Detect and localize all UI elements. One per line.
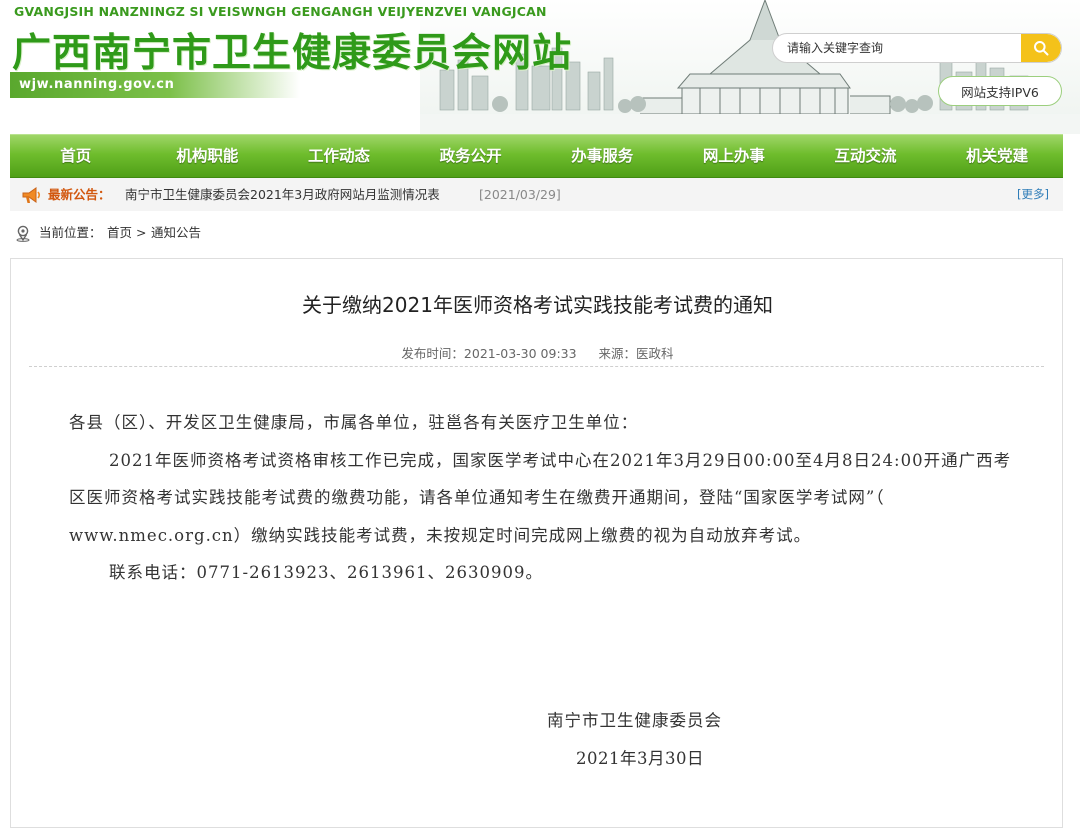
article-panel: 关于缴纳2021年医师资格考试实践技能考试费的通知 发布时间：2021-03-3… (10, 258, 1063, 828)
nav-item-gov-affairs[interactable]: 政务公开 (405, 135, 537, 177)
megaphone-icon (22, 187, 41, 203)
publish-time: 发布时间：2021-03-30 09:33 (401, 346, 577, 361)
nav-item-online-services[interactable]: 网上办事 (668, 135, 800, 177)
article-source: 来源：医政科 (598, 346, 674, 361)
nav-item-party-building[interactable]: 机关党建 (931, 135, 1063, 177)
article-greeting: 各县（区）、开发区卫生健康局，市属各单位，驻邕各有关医疗卫生单位： (69, 413, 639, 432)
breadcrumb-current-link[interactable]: 通知公告 (151, 222, 201, 244)
breadcrumb-separator: > (136, 225, 147, 240)
article-divider (29, 366, 1044, 367)
site-title[interactable]: 广西南宁市卫生健康委员会网站 (12, 22, 572, 78)
site-domain: wjw.nanning.gov.cn (19, 77, 175, 92)
search-input[interactable] (773, 34, 1023, 62)
notice-more-link[interactable]: [更多] (1017, 178, 1049, 211)
nav-item-news[interactable]: 工作动态 (273, 135, 405, 177)
notice-link[interactable]: 南宁市卫生健康委员会2021年3月政府网站月监测情况表 (125, 178, 440, 211)
article-contact: 联系电话：0771-2613923、2613961、2630909。 (109, 563, 544, 582)
search-icon (1034, 41, 1049, 56)
article-paragraph: 2021年医师资格考试资格审核工作已完成，国家医学考试中心在2021年3月29日… (69, 450, 1012, 545)
nav-item-services[interactable]: 办事服务 (537, 135, 669, 177)
search-box (772, 33, 1062, 63)
location-pin-icon (16, 225, 30, 242)
article-title: 关于缴纳2021年医师资格考试实践技能考试费的通知 (302, 293, 773, 317)
notice-date: [2021/03/29] (479, 187, 561, 202)
signature-date: 2021年3月30日 (576, 749, 704, 768)
breadcrumb-home-link[interactable]: 首页 (107, 222, 132, 244)
notice-label: 最新公告： (48, 187, 111, 202)
signature-organization: 南宁市卫生健康委员会 (547, 711, 722, 730)
article-body: 各县（区）、开发区卫生健康局，市属各单位，驻邕各有关医疗卫生单位： 2021年医… (69, 404, 1014, 592)
main-nav: 首页 机构职能 工作动态 政务公开 办事服务 网上办事 互动交流 机关党建 (10, 134, 1063, 178)
breadcrumb-label: 当前位置： (39, 225, 102, 240)
site-header: GVANGJSIH NANZNINGZ SI VEISWNGH GENGANGH… (0, 0, 1080, 134)
nav-item-interaction[interactable]: 互动交流 (800, 135, 932, 177)
search-button[interactable] (1021, 34, 1061, 62)
latest-notice-bar: 最新公告： 南宁市卫生健康委员会2021年3月政府网站月监测情况表 [2021/… (10, 178, 1063, 211)
nav-item-home[interactable]: 首页 (10, 135, 142, 177)
article-meta: 发布时间：2021-03-30 09:33 来源：医政科 (11, 343, 1064, 362)
nav-item-functions[interactable]: 机构职能 (142, 135, 274, 177)
pinyin-subtitle: GVANGJSIH NANZNINGZ SI VEISWNGH GENGANGH… (14, 4, 547, 19)
ipv6-support-button[interactable]: 网站支持IPV6 (938, 76, 1062, 106)
